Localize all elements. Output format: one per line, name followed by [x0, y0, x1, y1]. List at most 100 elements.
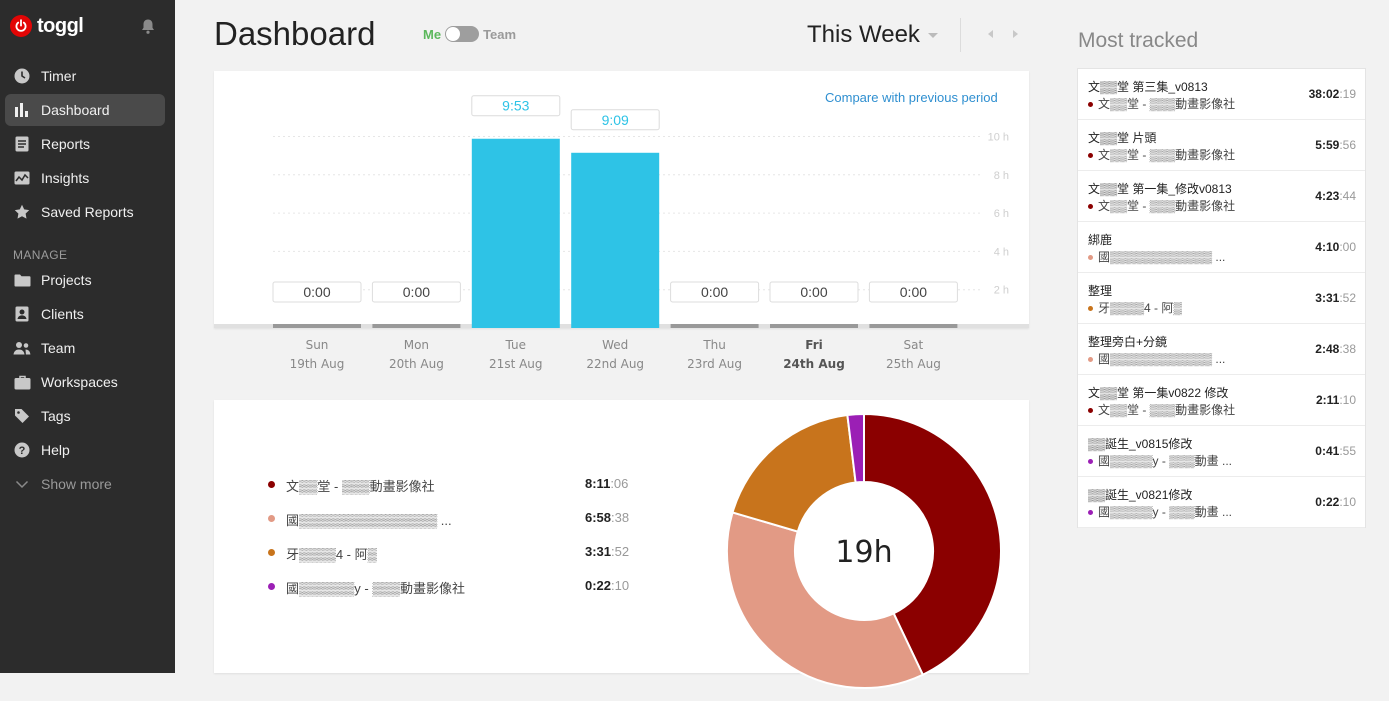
legend-row[interactable]: 文▒▒堂 - ▒▒▒動畫影像社 8:11:06	[268, 476, 648, 494]
entry-duration: 5:59:56	[1315, 138, 1356, 152]
sidebar-item-label: Clients	[41, 306, 84, 322]
sidebar-item-workspaces[interactable]: Workspaces	[5, 366, 165, 398]
entry-duration: 4:10:00	[1315, 240, 1356, 254]
x-tick-date: 24th Aug	[783, 357, 845, 371]
project-color-dot	[1088, 204, 1093, 210]
most-tracked-item[interactable]: 整理 牙▒▒▒▒4 - 阿▒ 3:31:52	[1078, 273, 1365, 324]
project-color-dot	[1088, 357, 1093, 363]
x-tick-date: 21st Aug	[489, 357, 542, 371]
donut-slice	[726, 511, 925, 689]
most-tracked-title: Most tracked	[1078, 29, 1199, 52]
toggle-me-label[interactable]: Me	[423, 27, 441, 42]
sidebar-item-label: Reports	[41, 136, 91, 152]
sidebar-item-label: Help	[41, 442, 70, 458]
project-color-dot	[1088, 255, 1093, 261]
x-tick-day: Tue	[505, 338, 527, 352]
chart-baseline	[214, 324, 1029, 328]
toggle-team-label[interactable]: Team	[483, 27, 516, 42]
donut-chart: 19h	[726, 412, 1002, 689]
entry-description: ▒▒誕生_v0821修改	[1088, 488, 1193, 502]
legend-label: 文▒▒堂 - ▒▒▒動畫影像社	[286, 479, 435, 494]
legend-row[interactable]: 牙▒▒▒▒4 - 阿▒ 3:31:52	[268, 544, 648, 562]
sidebar-item-label: Team	[41, 340, 76, 356]
entry-description: 綁鹿	[1088, 233, 1113, 247]
period-label: This Week	[807, 21, 920, 48]
entry-duration: 3:31:52	[1315, 291, 1356, 305]
document-icon	[13, 135, 31, 153]
entry-project: 文▒▒堂 - ▒▒▒動畫影像社	[1088, 146, 1235, 163]
x-tick-date: 20th Aug	[389, 357, 444, 371]
entry-description: 文▒▒堂 片頭	[1088, 131, 1157, 145]
caret-down-icon	[927, 32, 938, 38]
sidebar-item-projects[interactable]: Projects	[5, 264, 165, 296]
star-icon	[13, 203, 31, 221]
legend-color-dot	[268, 481, 275, 488]
prev-period-arrow-icon[interactable]	[988, 30, 993, 38]
legend-color-dot	[268, 583, 275, 590]
legend-row[interactable]: 國▒▒▒▒▒▒▒▒▒▒▒▒▒▒▒ ... 6:58:38	[268, 510, 648, 528]
legend-duration: 0:22:10	[585, 578, 630, 593]
entry-project: 文▒▒堂 - ▒▒▒動畫影像社	[1088, 401, 1235, 418]
entry-project: 國▒▒▒▒▒y - ▒▒▒動畫 ...	[1088, 452, 1232, 469]
entry-description: 文▒▒堂 第一集_修改v0813	[1088, 182, 1232, 196]
most-tracked-item[interactable]: 綁鹿 國▒▒▒▒▒▒▒▒▒▒▒▒ ... 4:10:00	[1078, 222, 1365, 273]
svg-text:?: ?	[19, 445, 26, 457]
legend-duration: 6:58:38	[585, 510, 630, 525]
me-team-toggle[interactable]: Me Team	[423, 26, 516, 42]
project-color-dot	[1088, 459, 1093, 465]
sidebar: toggl Timer Dashboard Reports Insights S…	[0, 0, 175, 673]
most-tracked-item[interactable]: ▒▒誕生_v0815修改 國▒▒▒▒▒y - ▒▒▒動畫 ... 0:41:55	[1078, 426, 1365, 477]
toggle-knob	[446, 27, 461, 41]
person-card-icon	[13, 305, 31, 323]
logo-text: toggl	[37, 14, 84, 37]
most-tracked-item[interactable]: 文▒▒堂 第三集_v0813 文▒▒堂 - ▒▒▒動畫影像社 38:02:19	[1078, 69, 1365, 120]
entry-project: 國▒▒▒▒▒▒▒▒▒▒▒▒ ...	[1088, 350, 1225, 367]
people-icon	[13, 339, 31, 357]
header-divider	[960, 18, 961, 52]
most-tracked-item[interactable]: 文▒▒堂 片頭 文▒▒堂 - ▒▒▒動畫影像社 5:59:56	[1078, 120, 1365, 171]
sidebar-item-label: Saved Reports	[41, 204, 134, 220]
most-tracked-item[interactable]: 整理旁白+分鏡 國▒▒▒▒▒▒▒▒▒▒▒▒ ... 2:48:38	[1078, 324, 1365, 375]
sidebar-item-timer[interactable]: Timer	[5, 60, 165, 92]
sidebar-item-reports[interactable]: Reports	[5, 128, 165, 160]
entry-project: 國▒▒▒▒▒▒▒▒▒▒▒▒ ...	[1088, 248, 1225, 265]
chevron-down-icon	[13, 475, 31, 493]
sidebar-item-label: Workspaces	[41, 374, 118, 390]
sidebar-item-clients[interactable]: Clients	[5, 298, 165, 330]
legend-color-dot	[268, 515, 275, 522]
sidebar-item-team[interactable]: Team	[5, 332, 165, 364]
most-tracked-item[interactable]: ▒▒誕生_v0821修改 國▒▒▒▒▒y - ▒▒▒動畫 ... 0:22:10	[1078, 477, 1365, 528]
entry-duration: 0:22:10	[1315, 495, 1356, 509]
folder-icon	[13, 271, 31, 289]
sidebar-item-help[interactable]: ? Help	[5, 434, 165, 466]
period-dropdown[interactable]: This Week	[807, 21, 938, 49]
bell-icon[interactable]	[140, 18, 156, 40]
page-title: Dashboard	[214, 15, 376, 52]
sidebar-item-saved-reports[interactable]: Saved Reports	[5, 196, 165, 228]
compare-previous-period-link[interactable]: Compare with previous period	[825, 90, 998, 105]
sidebar-item-label: Show more	[41, 476, 112, 492]
sidebar-item-show-more[interactable]: Show more	[5, 468, 165, 500]
entry-duration: 4:23:44	[1315, 189, 1356, 203]
clock-icon	[13, 67, 31, 85]
toggle-switch[interactable]	[445, 26, 480, 42]
most-tracked-item[interactable]: 文▒▒堂 第一集v0822 修改 文▒▒堂 - ▒▒▒動畫影像社 2:11:10	[1078, 375, 1365, 426]
tag-icon	[13, 407, 31, 425]
legend-row[interactable]: 國▒▒▒▒▒▒y - ▒▒▒動畫影像社 0:22:10	[268, 578, 648, 596]
sidebar-item-label: Dashboard	[41, 102, 110, 118]
most-tracked-item[interactable]: 文▒▒堂 第一集_修改v0813 文▒▒堂 - ▒▒▒動畫影像社 4:23:44	[1078, 171, 1365, 222]
sidebar-item-label: Projects	[41, 272, 92, 288]
entry-project: 國▒▒▒▒▒y - ▒▒▒動畫 ...	[1088, 503, 1232, 520]
entry-project: 文▒▒堂 - ▒▒▒動畫影像社	[1088, 197, 1235, 214]
toggl-logo[interactable]: toggl	[10, 14, 84, 38]
entry-project: 文▒▒堂 - ▒▒▒動畫影像社	[1088, 95, 1235, 112]
sidebar-item-insights[interactable]: Insights	[5, 162, 165, 194]
x-tick-date: 23rd Aug	[687, 357, 742, 371]
legend-duration: 8:11:06	[585, 476, 629, 491]
legend-color-dot	[268, 549, 275, 556]
sidebar-item-tags[interactable]: Tags	[5, 400, 165, 432]
legend-duration: 3:31:52	[585, 544, 630, 559]
sidebar-item-dashboard[interactable]: Dashboard	[5, 94, 165, 126]
entry-description: ▒▒誕生_v0815修改	[1088, 437, 1193, 451]
next-period-arrow-icon[interactable]	[1013, 30, 1018, 38]
